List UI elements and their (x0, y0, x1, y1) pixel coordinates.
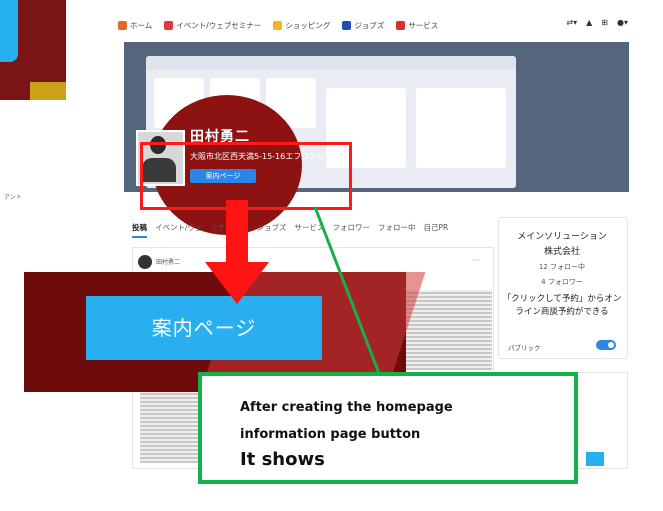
home-icon (118, 20, 127, 30)
annotation-line-1: After creating the homepage (240, 400, 453, 415)
globe-icon[interactable]: ⇄▾ (566, 18, 577, 27)
post-user-name[interactable]: 田村勇二 (156, 257, 180, 266)
booking-text: 「クリックして予約」からオンライン商談予約ができる (502, 294, 622, 317)
tab-seminar[interactable]: ミナ (211, 222, 226, 238)
tab-posts[interactable]: 投稿 (132, 222, 147, 238)
down-arrow-icon (205, 262, 269, 304)
left-yellow-block (30, 82, 66, 100)
left-blue-block (0, 0, 18, 62)
tab-jobs[interactable]: ジョブズ (257, 222, 287, 238)
briefcase-icon (342, 20, 352, 30)
annotation-line-3: It shows (240, 449, 325, 470)
post-image (405, 290, 492, 370)
nav-shopping[interactable]: ショッピング (273, 20, 330, 31)
side-blue-button[interactable] (586, 452, 604, 466)
post-menu-icon[interactable]: ··· (472, 256, 480, 265)
annotation-line-2: information page button (240, 427, 421, 442)
tab-self-pr[interactable]: 自己PR (424, 222, 449, 238)
profile-tabs: 投稿 イベント/ウェ ミナ ショ ジョブズ サービス フォロワー フォロー中 自… (132, 222, 492, 238)
following-count[interactable]: 12 フォロー中 (502, 262, 622, 272)
post-image-secondary (140, 388, 202, 463)
nav-right-icons: ⇄▾ ▲ ⊞ ●▾ (557, 18, 628, 27)
top-nav: ホーム イベント/ウェブセミナー ショッピング ジョブズ サービス ⇄▾ ▲ ⊞… (118, 14, 628, 36)
post-avatar (138, 255, 152, 269)
bell-icon[interactable]: ▲ (586, 18, 592, 27)
tab-events[interactable]: イベント/ウェ (155, 222, 203, 238)
calendar-icon (164, 20, 174, 30)
tab-service[interactable]: サービス (295, 222, 325, 238)
tag-icon (273, 20, 283, 30)
nav-events[interactable]: イベント/ウェブセミナー (164, 20, 261, 31)
company-name: メインソリューション 株式会社 (517, 232, 607, 257)
nav-service[interactable]: サービス (396, 20, 438, 31)
toggle-knob (608, 342, 614, 348)
tab-followers[interactable]: フォロワー (333, 222, 371, 238)
public-label: パブリック (508, 344, 541, 352)
cart-icon[interactable]: ⊞ (601, 18, 608, 27)
zoomed-guide-button[interactable]: 案内ページ (86, 296, 322, 360)
left-label: アント (4, 194, 22, 201)
user-icon[interactable]: ●▾ (617, 18, 628, 27)
tab-following[interactable]: フォロー中 (378, 222, 416, 238)
gift-icon (396, 20, 406, 30)
nav-jobs[interactable]: ジョブズ (342, 20, 384, 31)
nav-home[interactable]: ホーム (118, 20, 152, 31)
followers-count[interactable]: 4 フォロワー (502, 277, 622, 287)
down-arrow-shaft (226, 200, 248, 270)
